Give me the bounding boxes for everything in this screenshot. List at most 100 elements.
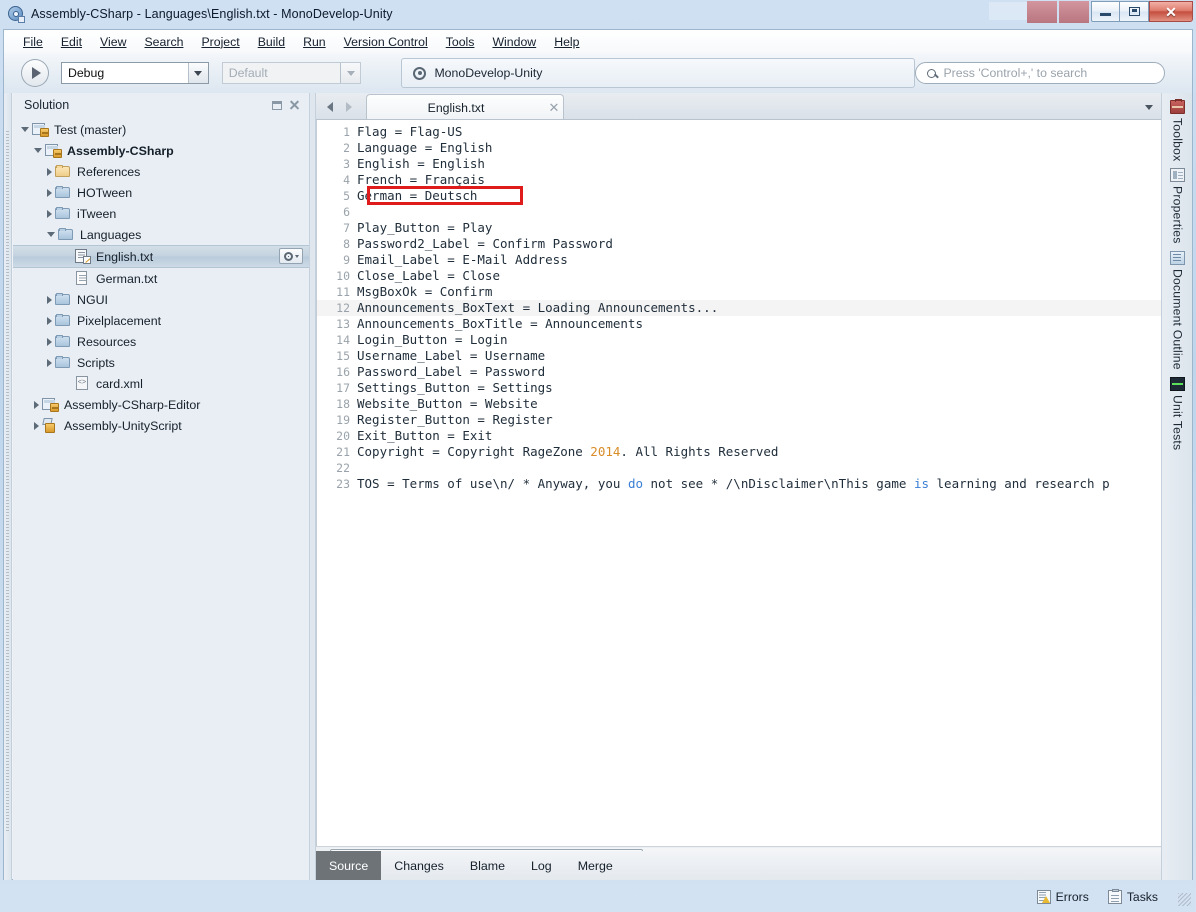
search-input[interactable]: Press 'Control+,' to search (915, 62, 1166, 84)
document-tab-english-txt[interactable]: English.txt ✕ (366, 94, 564, 120)
nav-forward-button[interactable] (339, 94, 358, 120)
close-icon[interactable] (289, 100, 300, 111)
tab-blame[interactable]: Blame (457, 851, 518, 880)
menu-version-control[interactable]: Version Control (335, 32, 437, 52)
tree-item-ngui[interactable]: NGUI (13, 289, 309, 310)
nav-back-button[interactable] (320, 94, 339, 120)
menu-file[interactable]: File (14, 32, 52, 52)
menu-help[interactable]: Help (545, 32, 588, 52)
tab-changes[interactable]: Changes (381, 851, 457, 880)
tab-log[interactable]: Log (518, 851, 565, 880)
code-line[interactable]: 23 TOS = Terms of use\n/ * Anyway, you do… (317, 476, 1162, 492)
tree-item-references[interactable]: References (13, 161, 309, 182)
code-line[interactable]: 7 Play_Button = Play (317, 220, 1162, 236)
code-line[interactable]: 21 Copyright = Copyright RageZone 2014. A… (317, 444, 1162, 460)
expander-down-icon[interactable] (47, 232, 55, 237)
dock-tab-properties[interactable]: Properties (1162, 161, 1193, 244)
tab-source[interactable]: Source (316, 851, 382, 880)
tree-item-itween[interactable]: iTween (13, 203, 309, 224)
menu-search[interactable]: Search (135, 32, 192, 52)
line-number: 23 (336, 477, 350, 491)
code-line[interactable]: 10 Close_Label = Close (317, 268, 1162, 284)
token-number: 2014 (590, 444, 621, 459)
close-icon[interactable]: ✕ (545, 100, 563, 116)
tree-item-hotween[interactable]: HOTween (13, 182, 309, 203)
menu-build[interactable]: Build (249, 32, 294, 52)
tree-item-pixelplacement[interactable]: Pixelplacement (13, 310, 309, 331)
restore-icon (1128, 7, 1140, 16)
menu-edit[interactable]: Edit (52, 32, 91, 52)
code-line[interactable]: 19 Register_Button = Register (317, 412, 1162, 428)
dock-icon[interactable] (272, 100, 282, 110)
pane-splitter[interactable] (309, 93, 316, 880)
tree-item-german-txt[interactable]: German.txt (13, 268, 309, 289)
code-line[interactable]: 8 Password2_Label = Confirm Password (317, 236, 1162, 252)
restore-button[interactable] (1120, 1, 1149, 22)
expander-down-icon[interactable] (21, 127, 29, 132)
menu-run[interactable]: Run (294, 32, 335, 52)
expander-right-icon[interactable] (47, 358, 52, 367)
status-pane[interactable]: MonoDevelop-Unity (401, 58, 916, 88)
menu-view-label: View (100, 34, 127, 49)
dock-tab-unit-tests[interactable]: Unit Tests (1162, 370, 1193, 450)
expander-right-icon[interactable] (34, 421, 39, 430)
gear-dropdown-icon[interactable] (279, 248, 303, 264)
expander-right-icon[interactable] (34, 400, 39, 409)
code-view[interactable]: 1 Flag = Flag-US 2 Language = English 3 Engli… (316, 120, 1162, 855)
tree-item-scripts[interactable]: Scripts (13, 352, 309, 373)
runtime-select[interactable]: Default (221, 62, 362, 84)
expander-right-icon[interactable] (47, 188, 52, 197)
menu-view[interactable]: View (91, 32, 135, 52)
code-line[interactable]: 6 (317, 204, 1162, 220)
left-dock-gripper[interactable] (4, 93, 12, 880)
tree-item-languages[interactable]: Languages (13, 224, 309, 245)
expander-down-icon[interactable] (34, 148, 42, 153)
code-line[interactable]: 12 Announcements_BoxText = Loading Announ… (317, 300, 1162, 316)
menu-window[interactable]: Window (483, 32, 545, 52)
solution-tree[interactable]: Test (master) Assembly-CSharp References HO… (13, 117, 309, 880)
tree-item-assembly-csharp[interactable]: Assembly-CSharp (13, 140, 309, 161)
code-line[interactable]: 3 English = English (317, 156, 1162, 172)
expander-right-icon[interactable] (47, 316, 52, 325)
code-line[interactable]: 15 Username_Label = Username (317, 348, 1162, 364)
tab-list-button[interactable] (1136, 94, 1162, 120)
code-line[interactable]: 2 Language = English (317, 140, 1162, 156)
code-line[interactable]: 17 Settings_Button = Settings (317, 380, 1162, 396)
tree-item-assembly-csharp-editor[interactable]: Assembly-CSharp-Editor (13, 394, 309, 415)
menu-tools[interactable]: Tools (437, 32, 484, 52)
code-lines[interactable]: 1 Flag = Flag-US 2 Language = English 3 Engli… (317, 120, 1162, 855)
tree-item-english-txt[interactable]: English.txt (13, 245, 309, 268)
tree-item-resources[interactable]: Resources (13, 331, 309, 352)
code-line[interactable]: 20 Exit_Button = Exit (317, 428, 1162, 444)
close-button[interactable]: ✕ (1149, 1, 1193, 22)
code-line[interactable]: 4 French = Français (317, 172, 1162, 188)
expander-right-icon[interactable] (47, 209, 52, 218)
code-line[interactable]: 14 Login_Button = Login (317, 332, 1162, 348)
dock-tab-toolbox[interactable]: Toolbox (1162, 93, 1193, 161)
code-line[interactable]: 5 German = Deutsch (317, 188, 1162, 204)
expander-right-icon[interactable] (47, 295, 52, 304)
expander-right-icon[interactable] (47, 167, 52, 176)
tree-item-test-master[interactable]: Test (master) (13, 119, 309, 140)
code-line[interactable]: 1 Flag = Flag-US (317, 124, 1162, 140)
line-number: 14 (336, 333, 350, 347)
code-line[interactable]: 13 Announcements_BoxTitle = Announcements (317, 316, 1162, 332)
resize-grip[interactable] (1178, 893, 1191, 906)
code-line[interactable]: 22 (317, 460, 1162, 476)
tree-item-assembly-unityscript[interactable]: Assembly-UnityScript (13, 415, 309, 436)
run-button[interactable] (21, 59, 49, 87)
code-line[interactable]: 18 Website_Button = Website (317, 396, 1162, 412)
dock-tab-document-outline[interactable]: Document Outline (1162, 244, 1193, 370)
code-line[interactable]: 16 Password_Label = Password (317, 364, 1162, 380)
configuration-select[interactable]: Debug (60, 62, 209, 84)
tab-merge[interactable]: Merge (565, 851, 626, 880)
status-errors[interactable]: Errors (1030, 888, 1096, 906)
status-tasks[interactable]: Tasks (1101, 888, 1165, 906)
code-line[interactable]: 9 Email_Label = E-Mail Address (317, 252, 1162, 268)
code-line[interactable]: 11 MsgBoxOk = Confirm (317, 284, 1162, 300)
expander-right-icon[interactable] (47, 337, 52, 346)
menu-project[interactable]: Project (192, 32, 248, 52)
tree-item-card-xml[interactable]: <> card.xml (13, 373, 309, 394)
minimize-button[interactable] (1091, 1, 1120, 22)
